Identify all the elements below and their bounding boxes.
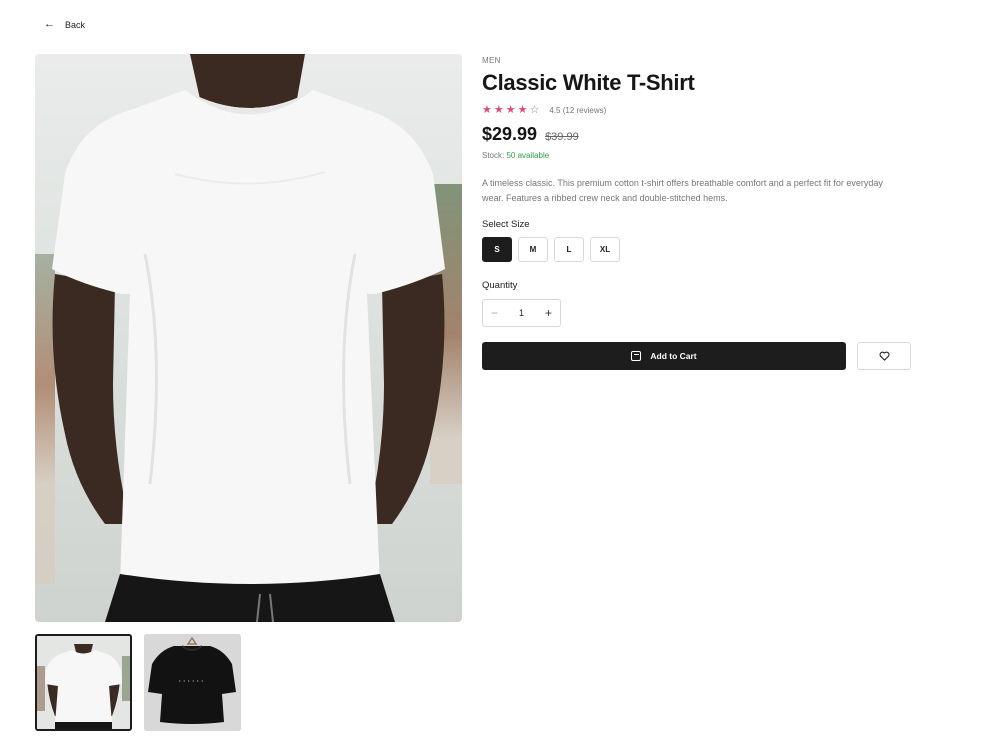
size-option-s[interactable]: S (482, 237, 512, 262)
increase-quantity-button[interactable]: + (545, 306, 552, 320)
quantity-stepper: − 1 + (482, 299, 561, 327)
model-white-tshirt-illustration (52, 54, 445, 622)
product-description: A timeless classic. This premium cotton … (482, 178, 883, 203)
wishlist-button[interactable] (857, 342, 911, 370)
thumbnail-black-tshirt[interactable]: • • • • • • (144, 634, 241, 731)
quantity-label: Quantity (482, 280, 518, 291)
size-selector: S M L XL (482, 237, 912, 262)
star-filled-icon: ★ (493, 104, 504, 116)
heart-icon (879, 351, 889, 361)
thumbnail-white-tshirt[interactable] (35, 634, 132, 731)
star-filled-icon: ★ (482, 104, 492, 116)
star-filled-icon: ★ (505, 104, 516, 116)
action-row: Add to Cart (482, 342, 912, 370)
size-option-xl[interactable]: XL (590, 237, 620, 262)
product-title: Classic White T-Shirt (482, 70, 695, 95)
stock-label: Stock: (482, 151, 505, 160)
thumbnail-white-tshirt-image (37, 636, 130, 729)
back-button[interactable]: ← Back (44, 19, 85, 30)
star-outline-icon: ☆ (529, 104, 540, 116)
thumbnail-black-tshirt-image: • • • • • • (144, 634, 241, 731)
original-price: $39.99 (545, 131, 579, 143)
thumbnail-gallery: • • • • • • (35, 634, 241, 731)
add-to-cart-button[interactable]: Add to Cart (482, 342, 846, 370)
product-category: MEN (482, 56, 501, 65)
rating: ★ ★ ★ ★ ☆ 4.5 (12 reviews) (482, 105, 912, 116)
shopping-bag-icon (631, 351, 642, 361)
quantity-value[interactable]: 1 (519, 308, 524, 318)
svg-text:• • • • • •: • • • • • • (179, 678, 204, 683)
price-row: $29.99 $39.99 (482, 124, 912, 145)
add-to-cart-label: Add to Cart (650, 351, 697, 361)
size-option-m[interactable]: M (518, 237, 548, 262)
back-label: Back (65, 19, 86, 30)
size-option-l[interactable]: L (554, 237, 584, 262)
arrow-left-icon: ← (44, 18, 55, 30)
product-main-image (35, 54, 462, 622)
decrease-quantity-button[interactable]: − (491, 306, 498, 320)
stock-info: Stock: 50 available (482, 151, 912, 160)
star-filled-icon: ★ (517, 104, 528, 116)
product-details: MEN Classic White T-Shirt ★ ★ ★ ★ ☆ 4.5 … (482, 56, 912, 370)
size-label: Select Size (482, 219, 530, 230)
stock-available: 50 available (506, 151, 550, 160)
rating-text: 4.5 (12 reviews) (549, 106, 607, 115)
current-price: $29.99 (482, 124, 538, 144)
